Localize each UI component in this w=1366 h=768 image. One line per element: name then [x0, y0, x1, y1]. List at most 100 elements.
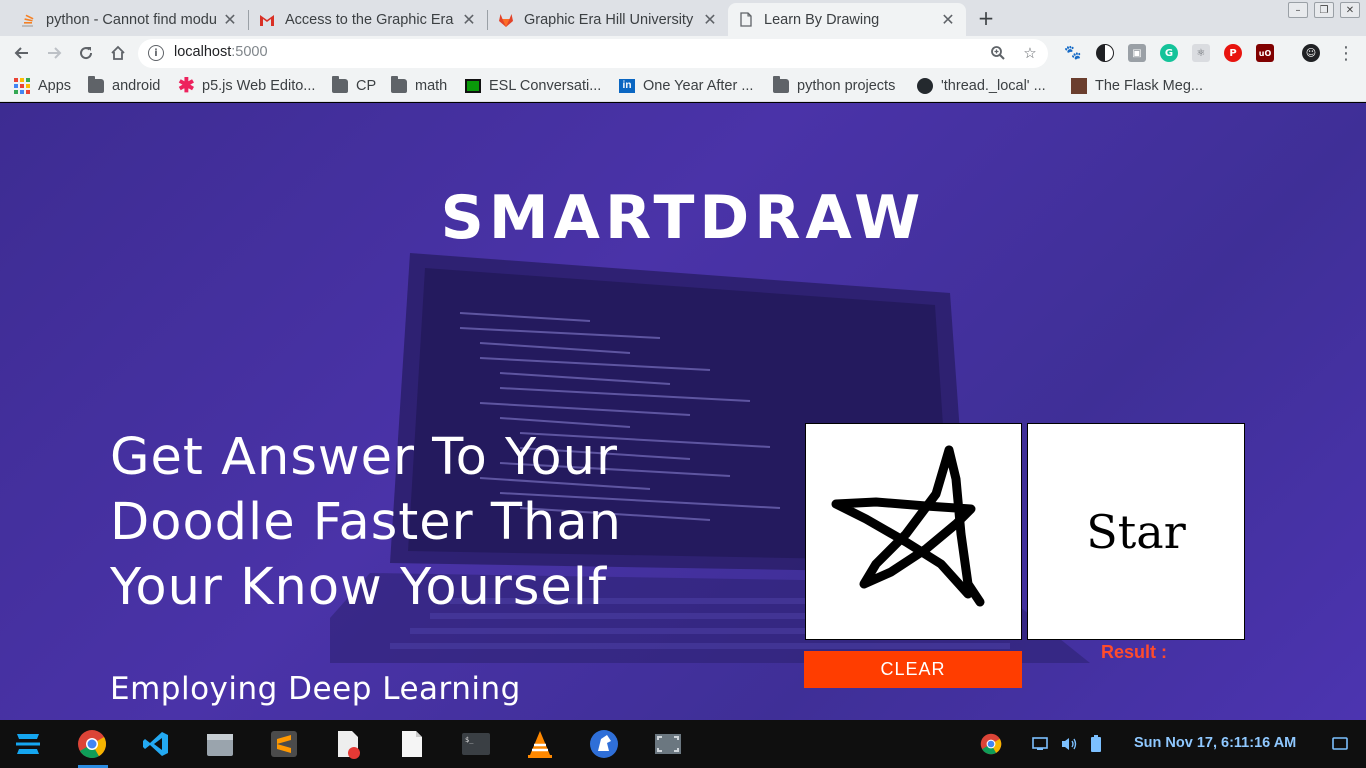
zoom-icon[interactable]: [988, 43, 1008, 63]
browser-toolbar: i localhost:5000 ☆ 🐾 ▣ G ⚛ P uO ☺ ⋮: [0, 36, 1366, 70]
drawing-canvas[interactable]: [805, 423, 1022, 640]
tab-title: Learn By Drawing: [764, 11, 880, 28]
image-extension-icon[interactable]: ▣: [1128, 44, 1146, 62]
sublime-text-app-icon[interactable]: [268, 728, 300, 760]
system-clock[interactable]: Sun Nov 17, 6:11:16 AM: [1134, 735, 1296, 751]
minimize-window-button[interactable]: –: [1288, 2, 1308, 18]
os-taskbar: $_ Sun Nov 17, 6:11:16 AM: [0, 720, 1366, 768]
close-tab-icon[interactable]: ✕: [461, 10, 477, 29]
home-button[interactable]: [106, 41, 130, 65]
folder-icon: [391, 76, 407, 93]
chrome-menu-button[interactable]: ⋮: [1334, 41, 1358, 65]
bookmark-android[interactable]: android: [88, 76, 160, 96]
react-devtools-icon[interactable]: ⚛: [1192, 44, 1210, 62]
headline-line: Your Know Yourself: [110, 558, 607, 617]
back-button[interactable]: [10, 41, 34, 65]
url-port: :5000: [231, 44, 268, 60]
document-editor-app-icon[interactable]: [332, 728, 364, 760]
tray-chrome-icon[interactable]: [980, 732, 1002, 756]
url-host: localhost: [174, 44, 232, 60]
bookmark-label: One Year After ...: [643, 78, 754, 94]
bookmark-math[interactable]: math: [391, 76, 447, 96]
tab-title: Graphic Era Hill University: [524, 11, 694, 28]
close-tab-icon[interactable]: ✕: [222, 10, 238, 29]
grammarly-icon[interactable]: G: [1160, 44, 1178, 62]
bookmark-flask-mega[interactable]: The Flask Meg...: [1071, 76, 1203, 96]
tab-stackoverflow[interactable]: python - Cannot find modu ✕: [10, 3, 248, 36]
gnome-extension-icon[interactable]: 🐾: [1064, 44, 1082, 62]
arrow-right-icon: [48, 47, 62, 59]
zorin-menu-icon[interactable]: [12, 728, 44, 760]
tab-gmail[interactable]: Access to the Graphic Era ✕: [249, 3, 487, 36]
bookmark-thread-local[interactable]: 'thread._local' ...: [917, 76, 1046, 96]
tab-learn-by-drawing[interactable]: Learn By Drawing ✕: [728, 3, 966, 36]
bookmark-one-year-after[interactable]: in One Year After ...: [619, 76, 753, 96]
close-window-button[interactable]: ✕: [1340, 2, 1360, 18]
profile-avatar-icon[interactable]: ☺: [1302, 44, 1320, 62]
tab-strip: python - Cannot find modu ✕ Access to th…: [0, 0, 1366, 36]
folder-icon: [88, 76, 104, 93]
tab-gitlab[interactable]: Graphic Era Hill University ✕: [488, 3, 728, 36]
stackoverflow-icon: [20, 12, 36, 28]
new-tab-button[interactable]: +: [972, 4, 1000, 32]
bookmark-python-projects[interactable]: python projects: [773, 76, 895, 96]
bookmark-p5js[interactable]: ✱ p5.js Web Edito...: [178, 76, 315, 96]
files-app-icon[interactable]: [204, 728, 236, 760]
bookmark-esl[interactable]: ESL Conversati...: [465, 76, 601, 96]
chrome-app-icon[interactable]: [76, 728, 108, 760]
vlc-app-icon[interactable]: [524, 728, 556, 760]
hero-headline: Get Answer To Your Doodle Faster Than Yo…: [110, 425, 730, 620]
restore-window-button[interactable]: ❐: [1314, 2, 1334, 18]
page-viewport: SMARTDRAW Get Answer To Your Doodle Fast…: [0, 103, 1366, 720]
pinterest-extension-icon[interactable]: P: [1224, 44, 1242, 62]
headline-line: Get Answer To Your: [110, 428, 618, 487]
dark-mode-extension-icon[interactable]: [1096, 44, 1114, 62]
result-label: Result :: [1101, 642, 1168, 662]
forward-button[interactable]: [42, 41, 66, 65]
volume-icon[interactable]: [1060, 732, 1078, 756]
notifications-icon[interactable]: [1332, 732, 1348, 756]
bookmark-label: math: [415, 78, 448, 94]
info-icon[interactable]: i: [148, 45, 164, 61]
address-bar[interactable]: i localhost:5000 ☆: [138, 39, 1048, 68]
close-tab-icon[interactable]: ✕: [702, 10, 718, 29]
bookmark-label: ESL Conversati...: [489, 78, 602, 94]
gmail-icon: [259, 12, 275, 28]
prediction-text: Star: [1086, 504, 1186, 559]
reload-button[interactable]: [74, 41, 98, 65]
network-icon[interactable]: [1032, 732, 1048, 756]
close-tab-icon[interactable]: ✕: [940, 10, 956, 29]
vscode-app-icon[interactable]: [140, 728, 172, 760]
bookmark-cp[interactable]: CP: [332, 76, 376, 96]
bookmark-label: python projects: [797, 78, 896, 94]
p5-asterisk-icon: ✱: [178, 75, 195, 97]
ublock-origin-icon[interactable]: uO: [1256, 44, 1274, 62]
address-url: localhost:5000: [174, 44, 268, 60]
bookmark-label: 'thread._local' ...: [941, 78, 1046, 94]
arrow-left-icon: [14, 47, 28, 59]
tab-title: Access to the Graphic Era: [285, 11, 454, 28]
unicorn-app-icon[interactable]: [588, 728, 620, 760]
terminal-app-icon[interactable]: $_: [460, 728, 492, 760]
clear-button[interactable]: CLEAR: [804, 651, 1022, 688]
prediction-box: Star: [1027, 423, 1245, 640]
home-icon: [111, 45, 125, 60]
linkedin-icon: in: [619, 79, 635, 93]
github-icon: [917, 78, 933, 94]
battery-icon[interactable]: [1090, 732, 1102, 756]
bookmark-star-icon[interactable]: ☆: [1020, 43, 1040, 63]
gitlab-icon: [498, 12, 514, 28]
apps-grid-icon: [14, 78, 30, 94]
hero-subline: Employing Deep Learning: [110, 671, 521, 707]
folder-icon: [332, 76, 348, 93]
avatar-icon: [1071, 78, 1087, 94]
bookmarks-bar: Apps android ✱ p5.js Web Edito... CP mat…: [0, 70, 1366, 102]
bookmark-label: Apps: [38, 78, 72, 94]
bookmark-apps[interactable]: Apps: [14, 76, 71, 96]
headline-line: Doodle Faster Than: [110, 493, 622, 552]
screenshot-app-icon[interactable]: [652, 728, 684, 760]
brand-title: SMARTDRAW: [440, 183, 926, 253]
tab-title: python - Cannot find modu: [46, 11, 216, 28]
text-editor-app-icon[interactable]: [396, 728, 428, 760]
bookmark-label: CP: [356, 78, 377, 94]
